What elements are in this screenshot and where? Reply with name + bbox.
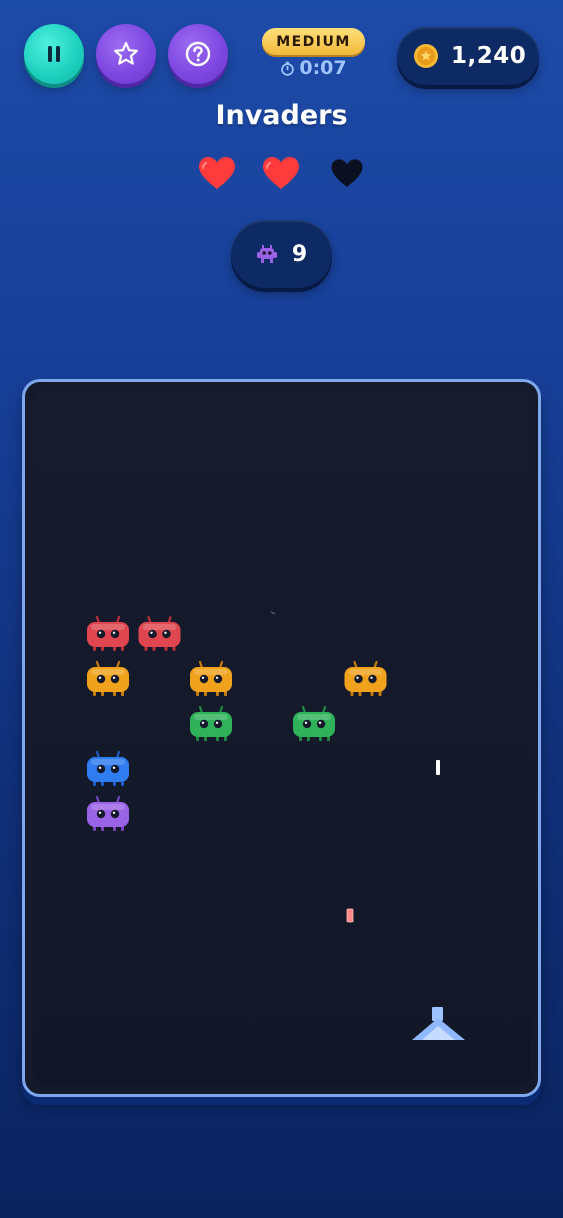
pause-icon — [48, 46, 60, 62]
heart-empty-icon — [331, 159, 363, 187]
stopwatch-icon — [281, 61, 295, 76]
playfield[interactable] — [22, 379, 541, 1097]
enemy-count: 9 — [291, 241, 308, 267]
alien-purple — [87, 795, 129, 831]
spark-particle — [270, 611, 276, 615]
game-title: Invaders — [215, 100, 348, 131]
player-ship[interactable] — [412, 1007, 465, 1040]
star-icon — [114, 41, 138, 65]
timer: 0:07 — [262, 57, 365, 79]
question-icon — [185, 41, 211, 67]
pause-button[interactable] — [24, 24, 84, 84]
coin-icon — [414, 44, 438, 68]
difficulty-badge: MEDIUM — [262, 28, 365, 55]
alien-green — [190, 705, 232, 741]
heart-icon — [263, 157, 299, 189]
enemy-bullet — [346, 908, 354, 923]
alien-blue — [87, 750, 129, 786]
alien-monster-icon — [256, 245, 277, 263]
alien-red — [87, 615, 129, 651]
coin-panel: 1,240 — [397, 27, 539, 85]
coin-count: 1,240 — [451, 43, 527, 69]
favorite-button[interactable] — [96, 24, 156, 84]
alien-red — [138, 615, 181, 651]
difficulty-label: MEDIUM — [276, 33, 351, 50]
alien-formation — [87, 615, 387, 831]
enemy-counter: 9 — [231, 220, 332, 288]
lives-indicator — [196, 155, 368, 191]
timer-value: 0:07 — [299, 57, 347, 79]
alien-green — [293, 705, 335, 741]
player-bullet — [436, 760, 440, 775]
alien-orange — [87, 660, 129, 696]
heart-icon — [199, 157, 235, 189]
alien-orange — [190, 660, 232, 696]
playfield-canvas — [87, 611, 465, 1040]
alien-orange — [344, 660, 387, 696]
help-button[interactable] — [168, 24, 228, 84]
